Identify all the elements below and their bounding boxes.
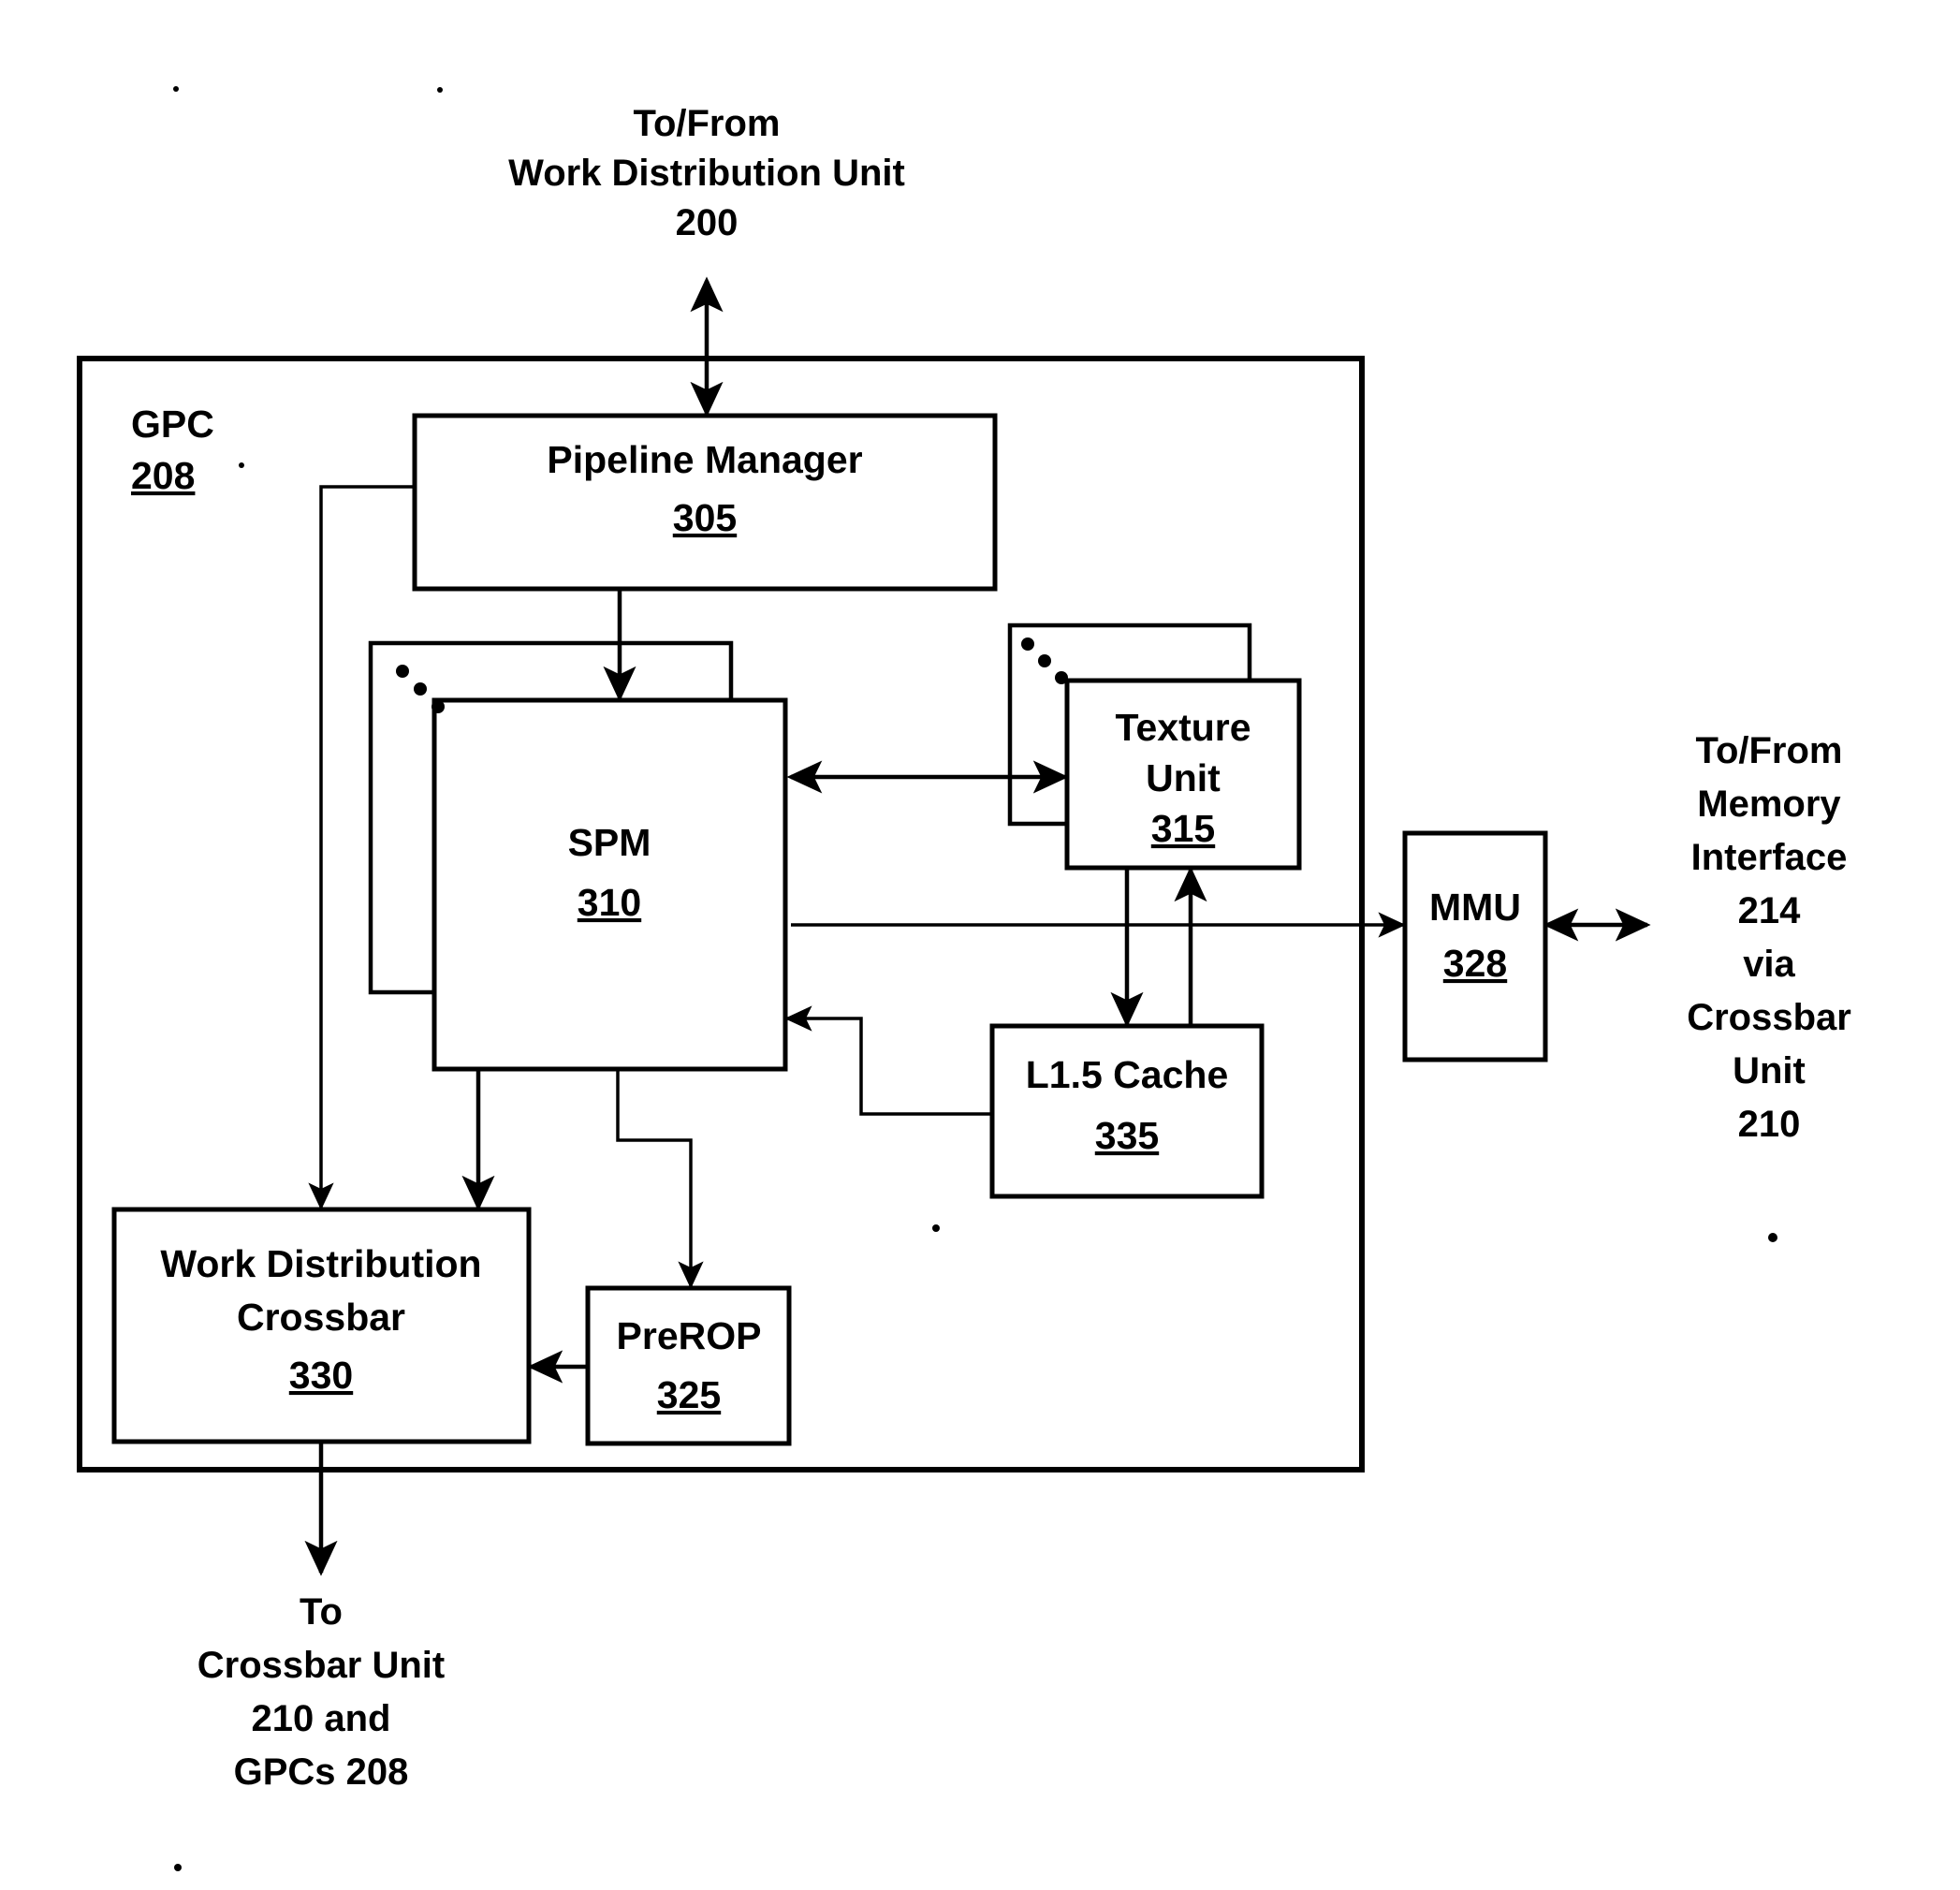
scan-speck — [239, 462, 244, 468]
scan-speck — [173, 86, 179, 92]
mmu-label: MMU — [1429, 886, 1521, 929]
right-label-line-5: via — [1743, 944, 1795, 985]
right-label-line-8: 210 — [1738, 1104, 1801, 1145]
pipeline-manager-label: Pipeline Manager — [547, 438, 862, 481]
gpc-label: GPC — [131, 403, 214, 446]
right-label-line-6: Crossbar — [1687, 997, 1851, 1038]
bottom-label-line-2: Crossbar Unit — [197, 1645, 446, 1686]
prerop-ref: 325 — [657, 1373, 721, 1416]
right-label-line-3: Interface — [1691, 837, 1848, 878]
gpc-ref: 208 — [131, 454, 195, 497]
scan-speck — [932, 1224, 940, 1232]
pipeline-manager-ref: 305 — [673, 496, 737, 539]
bottom-label-line-1: To — [300, 1591, 343, 1633]
l15-cache-ref: 335 — [1095, 1114, 1159, 1157]
texture-stack-dot — [1038, 654, 1051, 667]
spm-label: SPM — [568, 821, 651, 864]
bottom-label-line-3: 210 and — [252, 1698, 391, 1739]
top-label-line-3: 200 — [676, 202, 739, 243]
l15-cache-label: L1.5 Cache — [1026, 1053, 1229, 1096]
right-label-line-7: Unit — [1733, 1050, 1806, 1092]
right-label-line-1: To/From — [1695, 730, 1842, 771]
right-label-line-2: Memory — [1697, 784, 1841, 825]
mmu-ref: 328 — [1443, 942, 1507, 985]
texture-unit-label-line-1: Texture — [1115, 706, 1251, 749]
right-label-line-4: 214 — [1738, 890, 1801, 931]
scan-speck — [1768, 1233, 1777, 1242]
patent-figure: To/From Work Distribution Unit 200 GPC 2… — [0, 0, 1960, 1890]
l15-cache-box[interactable] — [989, 1023, 1265, 1199]
prerop-label: PreROP — [617, 1314, 762, 1357]
spm-ref: 310 — [578, 881, 641, 924]
texture-unit-label-line-2: Unit — [1146, 756, 1221, 799]
conn-l15-to-spm — [784, 1005, 990, 1116]
texture-stack-dot — [1055, 671, 1068, 684]
prerop-box[interactable] — [585, 1285, 792, 1446]
spm-stack-dot — [396, 665, 409, 678]
gpc-block-diagram: To/From Work Distribution Unit 200 GPC 2… — [77, 86, 1851, 1871]
scan-speck — [437, 87, 443, 93]
scan-speck — [174, 1864, 182, 1871]
bottom-label-line-4: GPCs 208 — [234, 1751, 409, 1793]
work-distribution-crossbar-label-line-2: Crossbar — [237, 1296, 405, 1339]
texture-unit-ref: 315 — [1151, 807, 1215, 850]
spm-stack-dot — [414, 682, 427, 696]
top-label-line-1: To/From — [633, 103, 780, 144]
conn-spm-to-prerop — [616, 1069, 704, 1289]
work-distribution-crossbar-ref: 330 — [289, 1354, 353, 1397]
spm-stack-dot — [431, 700, 445, 713]
top-label-line-2: Work Distribution Unit — [508, 153, 905, 194]
texture-stack-dot — [1021, 637, 1034, 651]
work-distribution-crossbar-label-line-1: Work Distribution — [160, 1242, 481, 1285]
